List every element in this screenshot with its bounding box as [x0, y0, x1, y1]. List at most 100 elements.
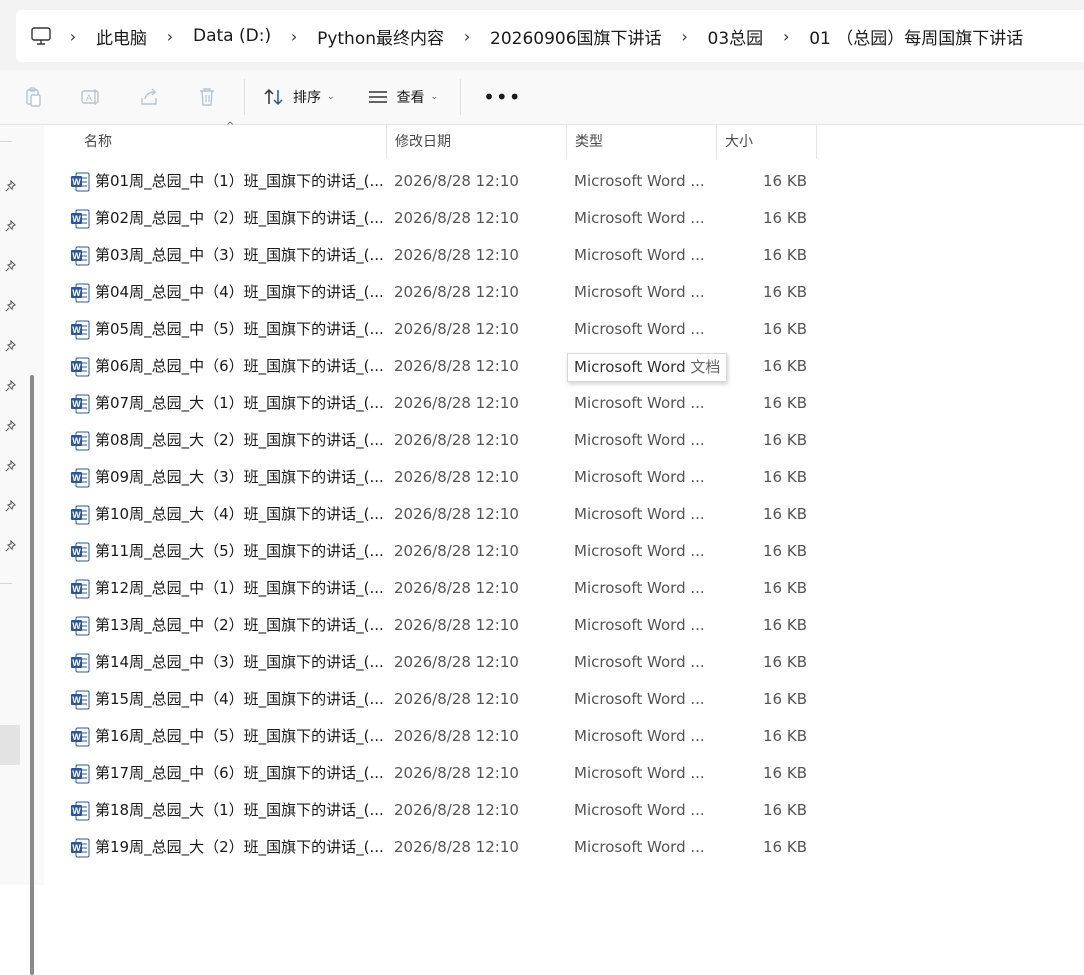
file-row[interactable]: W 第07周_总园_大（1）班_国旗下的讲话_(... 2026/8/28 12:1… — [44, 385, 844, 422]
copy-icon[interactable] — [4, 70, 62, 124]
file-date: 2026/8/28 12:10 — [394, 468, 519, 486]
pin-icon[interactable] — [4, 179, 18, 193]
file-row[interactable]: W 第10周_总园_大（4）班_国旗下的讲话_(... 2026/8/28 12:1… — [44, 496, 844, 533]
pin-icon[interactable] — [4, 339, 18, 353]
file-row[interactable]: W 第16周_总园_中（5）班_国旗下的讲话_(... 2026/8/28 12:1… — [44, 718, 844, 755]
file-type: Microsoft Word ... — [574, 246, 705, 264]
sort-button[interactable]: 排序 ⌄ — [253, 70, 345, 124]
svg-text:W: W — [72, 584, 81, 594]
file-row[interactable]: W 第17周_总园_中（6）班_国旗下的讲话_(... 2026/8/28 12:1… — [44, 755, 844, 792]
file-type: Microsoft Word ... — [574, 801, 705, 819]
address-bar[interactable]: › 此电脑 › Data (D:) › Python最终内容 › 2026090… — [16, 10, 1084, 62]
file-type: Microsoft Word ... — [574, 172, 705, 190]
column-header-type[interactable]: 类型 — [567, 125, 717, 159]
file-type: Microsoft Word ... — [574, 468, 705, 486]
file-size: 16 KB — [763, 764, 807, 782]
file-date: 2026/8/28 12:10 — [394, 283, 519, 301]
file-size: 16 KB — [763, 394, 807, 412]
file-row[interactable]: W 第12周_总园_中（1）班_国旗下的讲话_(... 2026/8/28 12:1… — [44, 570, 844, 607]
chevron-right-icon[interactable]: › — [56, 10, 90, 62]
chevron-right-icon[interactable]: › — [668, 10, 702, 62]
pin-icon[interactable] — [4, 459, 18, 473]
svg-text:W: W — [72, 362, 81, 372]
pin-icon[interactable] — [4, 539, 18, 553]
view-button[interactable]: 查看 ⌄ — [357, 70, 449, 124]
file-type: Microsoft Word ... — [574, 320, 705, 338]
pin-icon[interactable] — [4, 499, 18, 513]
file-name: 第06周_总园_中（6）班_国旗下的讲话_(... — [95, 357, 384, 375]
computer-icon[interactable] — [26, 21, 56, 51]
file-row[interactable]: W 第04周_总园_中（4）班_国旗下的讲话_(... 2026/8/28 12:1… — [44, 274, 844, 311]
view-label: 查看 — [396, 90, 425, 106]
file-date: 2026/8/28 12:10 — [394, 431, 519, 449]
file-type: Microsoft Word ... — [574, 653, 705, 671]
pin-icon[interactable] — [4, 259, 18, 273]
chevron-right-icon[interactable]: › — [277, 10, 311, 62]
svg-text:W: W — [72, 473, 81, 483]
word-file-icon: W — [70, 357, 90, 377]
svg-text:W: W — [72, 621, 81, 631]
file-name: 第14周_总园_中（3）班_国旗下的讲话_(... — [95, 653, 384, 671]
breadcrumb-this-pc[interactable]: 此电脑 — [90, 24, 153, 49]
file-row[interactable]: W 第11周_总园_大（5）班_国旗下的讲话_(... 2026/8/28 12:1… — [44, 533, 844, 570]
file-type: Microsoft Word ... — [574, 283, 705, 301]
breadcrumb-data-drive[interactable]: Data (D:) — [187, 26, 277, 46]
file-row[interactable]: W 第01周_总园_中（1）班_国旗下的讲话_(... 2026/8/28 12:1… — [44, 163, 844, 200]
word-file-icon: W — [70, 653, 90, 673]
word-file-icon: W — [70, 727, 90, 747]
more-icon[interactable]: ••• — [469, 70, 535, 124]
file-row[interactable]: W 第13周_总园_中（2）班_国旗下的讲话_(... 2026/8/28 12:1… — [44, 607, 844, 644]
file-name: 第04周_总园_中（4）班_国旗下的讲话_(... — [95, 283, 384, 301]
file-size: 16 KB — [763, 542, 807, 560]
breadcrumb-campus-folder[interactable]: 03总园 — [702, 24, 770, 49]
file-row[interactable]: W 第09周_总园_大（3）班_国旗下的讲话_(... 2026/8/28 12:1… — [44, 459, 844, 496]
pin-icon[interactable] — [4, 299, 18, 313]
rename-icon[interactable]: A — [62, 70, 120, 124]
nav-scrollbar[interactable] — [30, 375, 34, 975]
command-bar: A 排序 ⌄ 查看 ⌄ ••• — [0, 70, 1084, 125]
file-row[interactable]: W 第05周_总园_中（5）班_国旗下的讲话_(... 2026/8/28 12:1… — [44, 311, 844, 348]
breadcrumb-speech-folder[interactable]: 20260906国旗下讲话 — [484, 24, 668, 49]
file-row[interactable]: W 第19周_总园_大（2）班_国旗下的讲话_(... 2026/8/28 12:1… — [44, 829, 844, 866]
pin-icon[interactable] — [4, 379, 18, 393]
file-date: 2026/8/28 12:10 — [394, 764, 519, 782]
file-row[interactable]: W 第08周_总园_大（2）班_国旗下的讲话_(... 2026/8/28 12:1… — [44, 422, 844, 459]
file-name: 第16周_总园_中（5）班_国旗下的讲话_(... — [95, 727, 384, 745]
pin-icon[interactable] — [4, 419, 18, 433]
file-date: 2026/8/28 12:10 — [394, 690, 519, 708]
file-name: 第08周_总园_大（2）班_国旗下的讲话_(... — [95, 431, 384, 449]
chevron-right-icon[interactable]: › — [450, 10, 484, 62]
word-file-icon: W — [70, 209, 90, 229]
file-row[interactable]: W 第03周_总园_中（3）班_国旗下的讲话_(... 2026/8/28 12:1… — [44, 237, 844, 274]
svg-text:W: W — [72, 806, 81, 816]
word-file-icon: W — [70, 394, 90, 414]
word-file-icon: W — [70, 505, 90, 525]
trash-icon[interactable] — [178, 70, 236, 124]
type-tooltip: Microsoft Word 文档 — [567, 353, 728, 382]
word-file-icon: W — [70, 542, 90, 562]
file-type: Microsoft Word ... — [574, 838, 705, 856]
file-row[interactable]: W 第18周_总园_大（1）班_国旗下的讲话_(... 2026/8/28 12:1… — [44, 792, 844, 829]
file-type: Microsoft Word ... — [574, 209, 705, 227]
chevron-right-icon[interactable]: › — [769, 10, 803, 62]
share-icon[interactable] — [120, 70, 178, 124]
file-name: 第19周_总园_大（2）班_国旗下的讲话_(... — [95, 838, 384, 856]
chevron-right-icon[interactable]: › — [153, 10, 187, 62]
svg-text:W: W — [72, 251, 81, 261]
word-file-icon: W — [70, 838, 90, 858]
pin-icon[interactable] — [4, 219, 18, 233]
navigation-pane — [0, 125, 44, 975]
column-header-size[interactable]: 大小 — [717, 125, 817, 159]
file-date: 2026/8/28 12:10 — [394, 727, 519, 745]
file-type: Microsoft Word ... — [574, 764, 705, 782]
breadcrumb-python-folder[interactable]: Python最终内容 — [311, 24, 450, 49]
column-header-name[interactable]: 名称 — [76, 125, 387, 159]
file-row[interactable]: W 第15周_总园_中（4）班_国旗下的讲话_(... 2026/8/28 12:1… — [44, 681, 844, 718]
file-size: 16 KB — [763, 431, 807, 449]
nav-selected-item[interactable] — [0, 725, 20, 765]
breadcrumb-current-folder[interactable]: 01 （总园）每周国旗下讲话 — [803, 24, 1029, 49]
file-row[interactable]: W 第14周_总园_中（3）班_国旗下的讲话_(... 2026/8/28 12:1… — [44, 644, 844, 681]
file-row[interactable]: W 第02周_总园_中（2）班_国旗下的讲话_(... 2026/8/28 12:1… — [44, 200, 844, 237]
column-header-date[interactable]: 修改日期 — [387, 125, 567, 159]
file-type: Microsoft Word ... — [574, 431, 705, 449]
